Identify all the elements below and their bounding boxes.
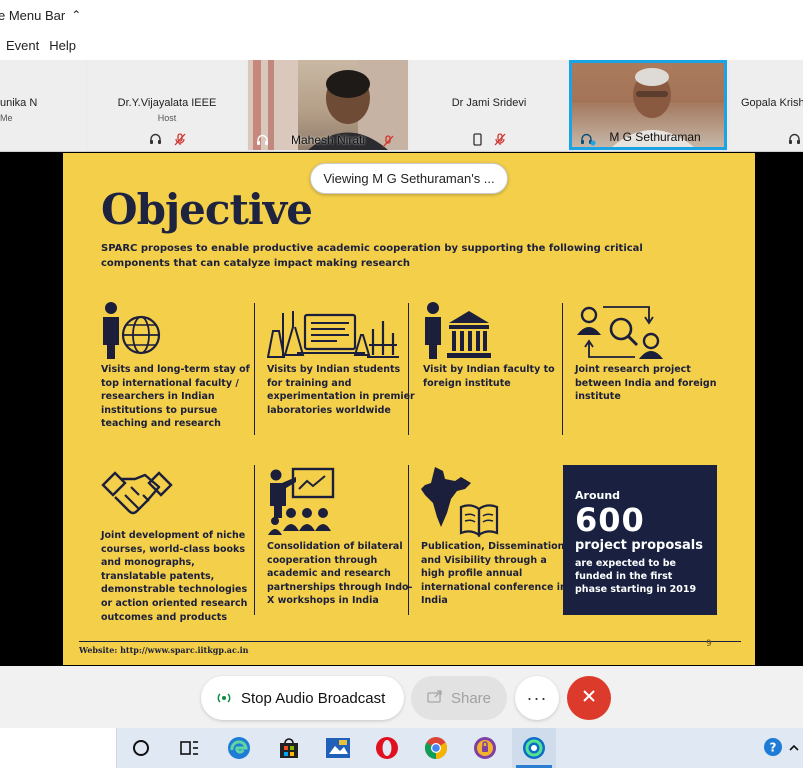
participant-tile[interactable]: Dr Jami Sridevi <box>410 60 568 150</box>
phone-icon <box>472 132 482 146</box>
participant-role: Host <box>157 113 177 123</box>
slide-intro: SPARC proposes to enable productive acad… <box>101 243 643 269</box>
handshake-icon <box>101 471 173 515</box>
highlight-box: Around 600 project proposals are expecte… <box>563 465 717 615</box>
faculty-institute-icon <box>425 302 491 359</box>
objective-item-text: Visits by Indian students for training a… <box>267 364 415 416</box>
highlight-number: 600 <box>575 501 645 539</box>
active-speaker-tile[interactable]: M G Sethuraman <box>569 60 727 150</box>
participant-role: Me <box>0 113 13 123</box>
slide-page-number: 9 <box>706 639 712 649</box>
menubar: Event Help <box>0 30 803 60</box>
headset-icon <box>788 133 801 146</box>
participant-name: M G Sethuraman <box>609 130 701 144</box>
menu-help[interactable]: Help <box>49 38 76 53</box>
task-view-icon[interactable] <box>127 734 155 762</box>
participant-name: Dr Jami Sridevi <box>451 97 527 109</box>
muted-mic-icon <box>494 132 506 146</box>
help-icon[interactable]: ? <box>760 734 788 762</box>
objective-item: Visit by Indian faculty to foreign insti… <box>423 301 573 390</box>
objective-item-text: Joint research project between India and… <box>575 364 717 403</box>
taskview-timeline-icon[interactable] <box>175 734 203 762</box>
broadcast-icon <box>217 691 231 705</box>
highlight-headline: project proposals <box>575 538 703 553</box>
edge-icon[interactable] <box>225 734 253 762</box>
joint-research-icon <box>577 306 663 359</box>
participant-tile[interactable]: unika N Me <box>0 60 86 150</box>
workshop-icon <box>268 467 335 535</box>
highlight-description: are expected to be funded in the first p… <box>575 558 697 595</box>
participant-video-tile[interactable]: Mahesh Nirati <box>248 60 408 150</box>
menu-event[interactable]: Event <box>6 38 39 53</box>
app-icon[interactable] <box>324 734 352 762</box>
participant-name: unika N <box>0 97 38 109</box>
participant-name: Gopala Krish <box>741 97 803 109</box>
stop-audio-broadcast-label: Stop Audio Broadcast <box>241 689 386 707</box>
objective-item-text: Visit by Indian faculty to foreign insti… <box>423 364 555 389</box>
participant-strip: unika N Me Dr.Y.Vijayalata IEEE Host Mah… <box>0 60 803 152</box>
menubar-toggle[interactable]: e Menu Bar ⌃ <box>0 0 803 30</box>
participant-tile[interactable]: Gopala Krish <box>729 60 803 150</box>
faculty-globe-icon <box>103 302 161 359</box>
slide-website: Website: http://www.sparc.iitkgp.ac.in <box>79 645 249 655</box>
tray-arrow-icon[interactable] <box>786 734 802 762</box>
india-map-book-icon <box>421 467 499 538</box>
app-window: e Menu Bar ⌃ Event Help unika N Me Dr.Y.… <box>0 0 803 768</box>
share-icon <box>427 689 443 707</box>
footer-rule <box>79 641 741 642</box>
muted-mic-icon <box>174 132 186 146</box>
vpn-icon[interactable] <box>471 734 499 762</box>
taskbar: ? <box>0 728 803 768</box>
slide-title: Objective <box>101 185 313 234</box>
svg-text:?: ? <box>770 741 777 755</box>
shared-content-area: Objective SPARC proposes to enable produ… <box>0 152 803 666</box>
participant-name: Mahesh Nirati <box>290 133 366 147</box>
participant-name: Dr.Y.Vijayalata IEEE <box>117 97 217 109</box>
divider <box>254 465 255 615</box>
objective-item: Publication, Dissemination and Visibilit… <box>421 465 571 608</box>
objective-item: Consolidation of bilateral cooperation t… <box>267 465 417 608</box>
meeting-controls: Stop Audio Broadcast Share ··· <box>0 666 803 728</box>
chrome-icon[interactable] <box>422 734 450 762</box>
menubar-toggle-label: e Menu Bar <box>0 7 66 23</box>
presentation-slide: Objective SPARC proposes to enable produ… <box>63 153 755 665</box>
opera-icon[interactable] <box>373 734 401 762</box>
objective-item: Visits and long-term stay of top interna… <box>101 301 251 431</box>
leave-meeting-button[interactable] <box>567 676 611 720</box>
store-icon[interactable] <box>275 734 303 762</box>
webex-icon[interactable] <box>520 734 548 762</box>
taskbar-search-box[interactable] <box>0 728 117 768</box>
objective-item: Joint research project between India and… <box>575 301 725 404</box>
more-options-button[interactable]: ··· <box>515 676 559 720</box>
objective-item-text: Visits and long-term stay of top interna… <box>101 364 250 430</box>
objective-item-text: Consolidation of bilateral cooperation t… <box>267 541 413 607</box>
objective-item: Visits by Indian students for training a… <box>266 301 417 417</box>
objective-item-text: Joint development of niche courses, worl… <box>101 530 248 623</box>
participant-tile[interactable]: Dr.Y.Vijayalata IEEE Host <box>88 60 246 150</box>
more-label: ··· <box>526 687 548 708</box>
stop-audio-broadcast-button[interactable]: Stop Audio Broadcast <box>201 676 404 720</box>
share-button[interactable]: Share <box>411 676 507 720</box>
objective-item: Joint development of niche courses, worl… <box>101 465 251 624</box>
laboratory-icon <box>266 311 399 358</box>
chevron-up-icon: ⌃ <box>71 8 82 22</box>
share-label: Share <box>450 689 492 707</box>
objective-item-text: Publication, Dissemination and Visibilit… <box>421 541 567 607</box>
close-icon <box>582 689 596 708</box>
viewing-banner[interactable]: Viewing M G Sethuraman's ... <box>310 163 508 194</box>
headset-icon <box>149 133 162 146</box>
divider <box>254 303 255 435</box>
